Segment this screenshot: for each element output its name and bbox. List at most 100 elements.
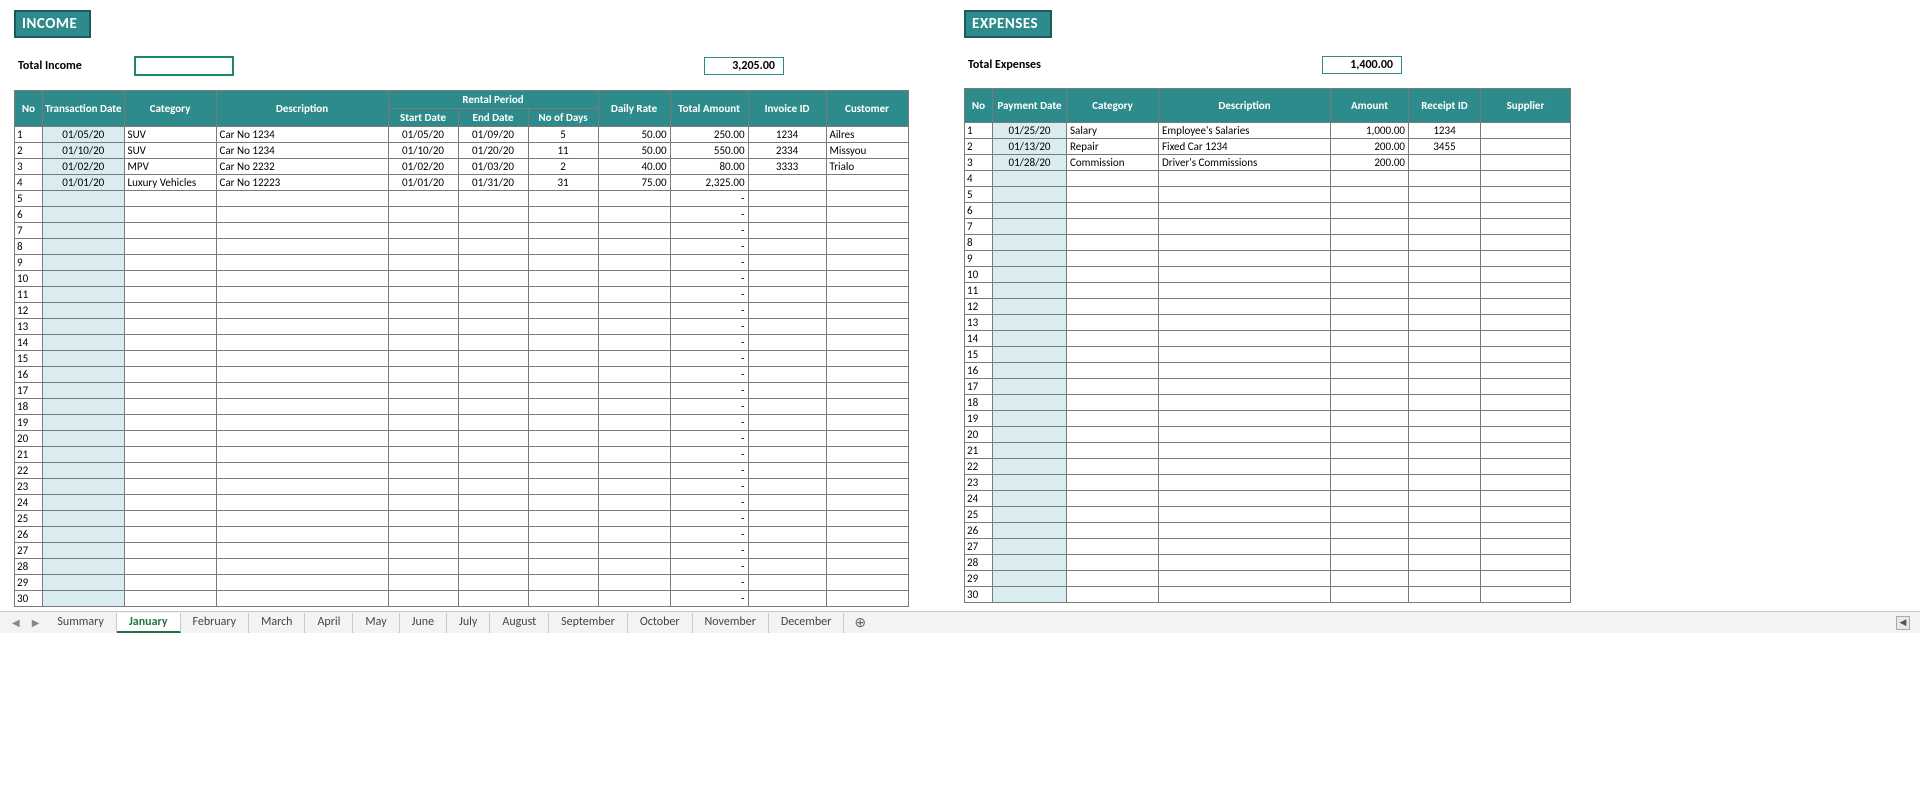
table-row[interactable]: 29 [965,571,1571,587]
table-row[interactable]: 13 [965,315,1571,331]
table-row[interactable]: 23 [965,475,1571,491]
table-row[interactable]: 21 [965,443,1571,459]
table-row[interactable]: 14 [965,331,1571,347]
table-row[interactable]: 13- [15,319,909,335]
table-row[interactable]: 101/25/20SalaryEmployee's Salaries1,000.… [965,123,1571,139]
col-category[interactable]: Category [124,91,216,127]
col-no[interactable]: No [15,91,43,127]
col-amount[interactable]: Amount [1331,89,1409,123]
tab-nav-next-icon[interactable]: ▶ [26,616,46,629]
col-start-date[interactable]: Start Date [388,109,458,127]
table-row[interactable]: 5 [965,187,1571,203]
col-invoice-id[interactable]: Invoice ID [748,91,826,127]
table-row[interactable]: 26 [965,523,1571,539]
col-payment-date[interactable]: Payment Date [993,89,1067,123]
col-description[interactable]: Description [1159,89,1331,123]
table-row[interactable]: 10- [15,271,909,287]
col-receipt-id[interactable]: Receipt ID [1409,89,1481,123]
table-row[interactable]: 301/28/20CommissionDriver's Commissions2… [965,155,1571,171]
table-row[interactable]: 18 [965,395,1571,411]
col-supplier[interactable]: Supplier [1481,89,1571,123]
tab-october[interactable]: October [628,613,693,633]
table-row[interactable]: 6- [15,207,909,223]
tab-december[interactable]: December [769,613,844,633]
table-row[interactable]: 17 [965,379,1571,395]
tab-april[interactable]: April [305,613,353,633]
table-row[interactable]: 26- [15,527,909,543]
table-row[interactable]: 15 [965,347,1571,363]
table-row[interactable]: 28- [15,559,909,575]
table-row[interactable]: 15- [15,351,909,367]
table-row[interactable]: 9- [15,255,909,271]
tab-summary[interactable]: Summary [45,613,116,633]
table-row[interactable]: 20- [15,431,909,447]
tab-november[interactable]: November [693,613,769,633]
table-row[interactable]: 9 [965,251,1571,267]
table-row[interactable]: 25 [965,507,1571,523]
table-row[interactable]: 8 [965,235,1571,251]
table-row[interactable]: 27- [15,543,909,559]
active-cell[interactable] [134,56,234,76]
col-description[interactable]: Description [216,91,388,127]
tab-june[interactable]: June [400,613,447,633]
table-row[interactable]: 17- [15,383,909,399]
table-row[interactable]: 101/05/20SUVCar No 123401/05/2001/09/205… [15,127,909,143]
col-no[interactable]: No [965,89,993,123]
col-total-amount[interactable]: Total Amount [670,91,748,127]
tab-february[interactable]: February [181,613,250,633]
tab-march[interactable]: March [249,613,305,633]
table-row[interactable]: 23- [15,479,909,495]
table-row[interactable]: 27 [965,539,1571,555]
table-row[interactable]: 14- [15,335,909,351]
table-row[interactable]: 19- [15,415,909,431]
table-row[interactable]: 201/13/20RepairFixed Car 1234200.003455 [965,139,1571,155]
tab-september[interactable]: September [549,613,628,633]
tab-may[interactable]: May [353,613,399,633]
table-row[interactable]: 8- [15,239,909,255]
tab-january[interactable]: January [117,613,181,633]
table-row[interactable]: 16- [15,367,909,383]
table-row[interactable]: 6 [965,203,1571,219]
table-row[interactable]: 11- [15,287,909,303]
col-daily-rate[interactable]: Daily Rate [598,91,670,127]
table-row[interactable]: 4 [965,171,1571,187]
scroll-left-icon[interactable]: ◀ [1896,616,1910,630]
table-row[interactable]: 30- [15,591,909,607]
col-no-of-days[interactable]: No of Days [528,109,598,127]
tab-july[interactable]: July [447,613,490,633]
table-row[interactable]: 18- [15,399,909,415]
tab-august[interactable]: August [490,613,549,633]
table-row[interactable]: 10 [965,267,1571,283]
col-category[interactable]: Category [1067,89,1159,123]
tab-nav-prev-icon[interactable]: ◀ [6,616,26,629]
table-row[interactable]: 201/10/20SUVCar No 123401/10/2001/20/201… [15,143,909,159]
table-row[interactable]: 20 [965,427,1571,443]
col-end-date[interactable]: End Date [458,109,528,127]
table-row[interactable]: 25- [15,511,909,527]
horizontal-scrollbar[interactable]: ◀ [1896,616,1920,630]
table-row[interactable]: 22- [15,463,909,479]
col-rental-period[interactable]: Rental Period [388,91,598,109]
table-row[interactable]: 7- [15,223,909,239]
table-row[interactable]: 22 [965,459,1571,475]
table-row[interactable]: 7 [965,219,1571,235]
col-txn-date[interactable]: Transaction Date [43,91,125,127]
table-row[interactable]: 29- [15,575,909,591]
table-row[interactable]: 24 [965,491,1571,507]
expenses-table[interactable]: No Payment Date Category Description Amo… [964,88,1571,603]
table-row[interactable]: 12 [965,299,1571,315]
table-row[interactable]: 301/02/20MPVCar No 223201/02/2001/03/202… [15,159,909,175]
table-row[interactable]: 21- [15,447,909,463]
table-row[interactable]: 12- [15,303,909,319]
income-table[interactable]: No Transaction Date Category Description… [14,90,909,607]
table-row[interactable]: 24- [15,495,909,511]
table-row[interactable]: 28 [965,555,1571,571]
col-customer[interactable]: Customer [826,91,908,127]
table-row[interactable]: 19 [965,411,1571,427]
add-sheet-button[interactable]: ⊕ [844,616,876,630]
table-row[interactable]: 30 [965,587,1571,603]
table-row[interactable]: 11 [965,283,1571,299]
table-row[interactable]: 401/01/20Luxury VehiclesCar No 1222301/0… [15,175,909,191]
table-row[interactable]: 5- [15,191,909,207]
table-row[interactable]: 16 [965,363,1571,379]
